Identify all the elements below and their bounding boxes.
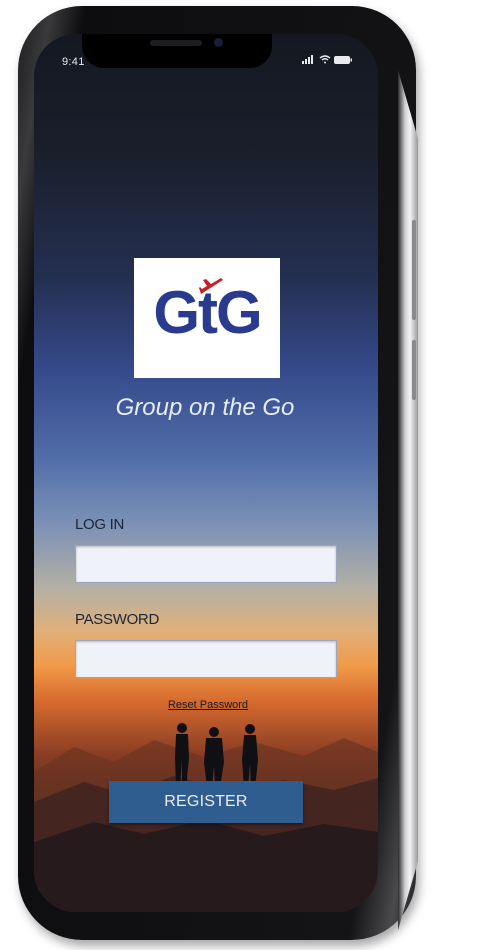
phone-side-button bbox=[412, 220, 416, 320]
password-label: PASSWORD bbox=[75, 611, 159, 628]
reset-password-link[interactable]: Reset Password bbox=[160, 699, 256, 711]
login-label: LOG IN bbox=[75, 516, 125, 533]
phone-side-button bbox=[412, 340, 416, 400]
logo-text: GtG bbox=[153, 279, 262, 346]
phone-side-edge bbox=[398, 70, 418, 930]
hikers-silhouette bbox=[175, 723, 258, 788]
password-input[interactable] bbox=[75, 640, 337, 678]
wifi-icon bbox=[319, 55, 331, 64]
register-button[interactable]: REGISTER bbox=[109, 781, 303, 823]
app-tagline: Group on the Go bbox=[115, 394, 295, 421]
login-input[interactable] bbox=[75, 545, 337, 583]
status-time: 9:41 bbox=[62, 56, 85, 68]
status-icons bbox=[302, 55, 352, 64]
speaker-grille bbox=[150, 40, 202, 46]
battery-icon bbox=[334, 56, 352, 64]
app-logo: GtG bbox=[134, 258, 280, 378]
signal-icon bbox=[302, 55, 313, 64]
front-camera bbox=[214, 38, 223, 47]
